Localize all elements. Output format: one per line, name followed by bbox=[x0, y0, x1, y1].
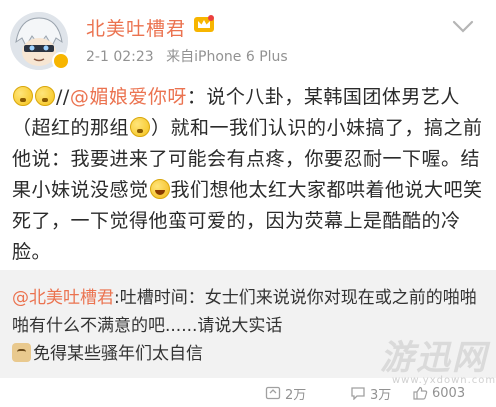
whisper-emoji-icon bbox=[13, 86, 33, 106]
post-time: 2-1 02:23 bbox=[86, 49, 154, 65]
whisper-emoji-icon bbox=[35, 86, 55, 106]
repost-icon bbox=[265, 386, 281, 400]
like-icon bbox=[413, 386, 428, 400]
repost-count: 2万 bbox=[285, 387, 307, 403]
chevron-down-icon[interactable] bbox=[452, 20, 474, 34]
doge-emoji-icon bbox=[12, 343, 31, 362]
post-source[interactable]: 来自iPhone 6 Plus bbox=[166, 49, 288, 65]
author-name[interactable]: 北美吐槽君 bbox=[86, 14, 186, 41]
post-text: //@媚娘爱你呀：说个八卦，某韩国团体男艺人（超红的那组 ）就和一我们认识的小妹搞… bbox=[12, 82, 490, 268]
like-count: 6003 bbox=[432, 385, 466, 401]
whisper-emoji-icon bbox=[130, 117, 151, 137]
like-button[interactable]: 6003 bbox=[412, 384, 465, 402]
comment-button[interactable]: 3万 bbox=[350, 384, 392, 403]
mention-link[interactable]: @媚娘爱你呀 bbox=[70, 86, 187, 108]
verified-badge-icon bbox=[52, 52, 70, 70]
retweet-text-line2: 免得某些骚年们太自信 bbox=[33, 344, 203, 364]
repost-button[interactable]: 2万 bbox=[265, 384, 307, 403]
laugh-cry-emoji-icon bbox=[149, 179, 170, 199]
site-watermark-url: www.yxdown.com bbox=[392, 375, 496, 386]
post-header: 北美吐槽君 2-1 02:23 来自iPhone 6 Plus bbox=[0, 0, 496, 74]
site-watermark: 游迅网 bbox=[380, 338, 488, 378]
post-meta: 2-1 02:23 来自iPhone 6 Plus bbox=[86, 46, 288, 66]
retweet-author-link[interactable]: @北美吐槽君 bbox=[12, 288, 114, 308]
comment-icon bbox=[351, 387, 365, 400]
comment-count: 3万 bbox=[370, 387, 392, 403]
weibo-post-screen: 北美吐槽君 2-1 02:23 来自iPhone 6 Plus //@媚娘爱你呀… bbox=[0, 0, 496, 407]
repost-separator: // bbox=[56, 86, 70, 108]
crown-member-icon[interactable] bbox=[193, 14, 215, 34]
